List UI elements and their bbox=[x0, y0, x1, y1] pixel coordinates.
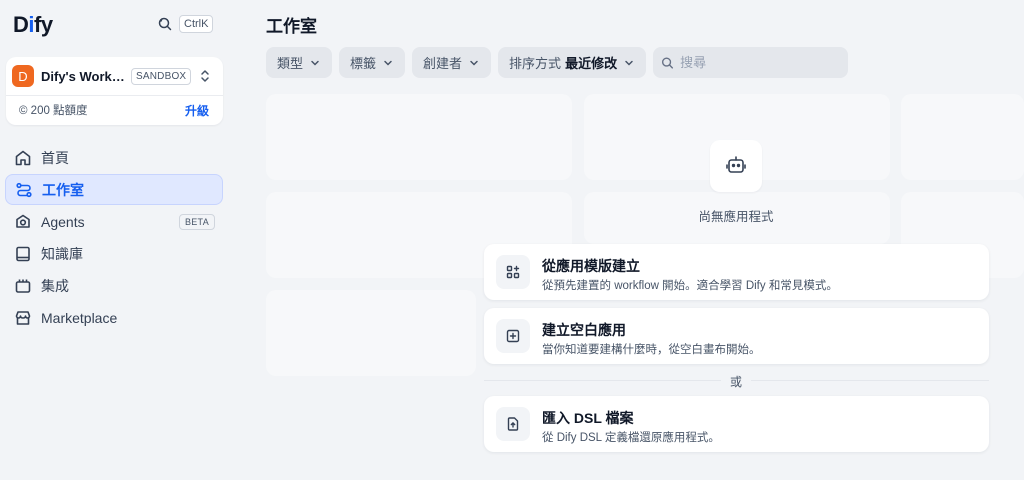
chevron-down-icon bbox=[311, 60, 319, 66]
filter-bar: 類型 標籤 創建者 排序方式 最近修改 bbox=[266, 47, 849, 78]
home-icon bbox=[15, 150, 31, 165]
robot-icon bbox=[726, 156, 746, 173]
create-blank-app[interactable]: 建立空白應用 當你知道要建構什麼時，從空白畫布開始。 bbox=[484, 308, 989, 364]
placeholder-card bbox=[266, 290, 476, 376]
empty-state-icon bbox=[710, 140, 762, 192]
plugin-icon bbox=[15, 279, 31, 293]
nav-label-studio: 工作室 bbox=[42, 181, 84, 198]
option-title: 建立空白應用 bbox=[542, 322, 626, 338]
search-trigger[interactable]: CtrlK bbox=[157, 15, 214, 33]
plan-badge: SANDBOX bbox=[131, 67, 192, 85]
divider bbox=[6, 95, 223, 96]
option-desc: 當你知道要建構什麼時，從空白畫布開始。 bbox=[542, 344, 761, 356]
nav-label-marketplace: Marketplace bbox=[41, 309, 118, 326]
chevron-down-icon bbox=[625, 60, 633, 66]
option-desc: 從 Dify DSL 定義檔還原應用程式。 bbox=[542, 432, 720, 444]
beta-badge: BETA bbox=[178, 213, 215, 230]
sort-label: 排序方式 bbox=[509, 56, 562, 71]
option-icon-wrap bbox=[496, 255, 530, 289]
nav-item-agents[interactable]: Agents BETA bbox=[5, 206, 223, 237]
dify-logo[interactable]: Dify bbox=[13, 12, 53, 38]
import-icon bbox=[507, 417, 519, 431]
workspace-card: D Dify's Workspace SANDBOX © 200 點額度 升級 bbox=[6, 57, 223, 125]
upgrade-link[interactable]: 升級 bbox=[185, 102, 209, 119]
type-filter-label: 類型 bbox=[277, 56, 304, 71]
tag-filter[interactable]: 標籤 bbox=[339, 47, 406, 78]
chevron-down-icon bbox=[470, 60, 478, 66]
search-input[interactable] bbox=[680, 55, 841, 70]
placeholder-card bbox=[901, 94, 1024, 180]
import-dsl[interactable]: 匯入 DSL 檔案 從 Dify DSL 定義檔還原應用程式。 bbox=[484, 396, 989, 452]
option-icon-wrap bbox=[496, 319, 530, 353]
creator-filter[interactable]: 創建者 bbox=[412, 47, 492, 78]
nav-label-knowledge: 知識庫 bbox=[41, 245, 83, 262]
option-icon-wrap bbox=[496, 407, 530, 441]
nav-label-integrations: 集成 bbox=[41, 277, 69, 294]
empty-state-text: 尚無應用程式 bbox=[698, 210, 774, 224]
workspace-avatar: D bbox=[12, 65, 34, 87]
placeholder-card bbox=[266, 94, 572, 180]
create-from-template[interactable]: 從應用模版建立 從預先建置的 workflow 開始。適合學習 Dify 和常見… bbox=[484, 244, 989, 300]
sort-dropdown[interactable]: 排序方式 最近修改 bbox=[498, 47, 647, 78]
logo-text-3: fy bbox=[34, 12, 53, 37]
search-cycle-icon bbox=[158, 17, 172, 31]
type-filter[interactable]: 類型 bbox=[266, 47, 333, 78]
nav-label-home: 首頁 bbox=[41, 149, 69, 166]
sort-value: 最近修改 bbox=[565, 56, 618, 71]
nav-item-studio[interactable]: 工作室 bbox=[5, 174, 223, 205]
nav-item-knowledge[interactable]: 知識庫 bbox=[5, 238, 223, 269]
option-title: 從應用模版建立 bbox=[542, 258, 640, 274]
tag-filter-label: 標籤 bbox=[350, 56, 377, 71]
credits-text: © 200 點額度 bbox=[19, 105, 88, 117]
nav-item-integrations[interactable]: 集成 bbox=[5, 270, 223, 301]
option-desc: 從預先建置的 workflow 開始。適合學習 Dify 和常見模式。 bbox=[542, 280, 838, 292]
or-text: 或 bbox=[721, 373, 751, 390]
agents-icon bbox=[16, 214, 30, 228]
page-title: 工作室 bbox=[266, 17, 317, 36]
sidebar: Dify CtrlK D Dify's Workspace SANDBOX © … bbox=[0, 0, 232, 480]
chevron-down-icon bbox=[384, 60, 392, 66]
nav-item-home[interactable]: 首頁 bbox=[5, 142, 223, 173]
chevron-up-down-icon bbox=[201, 70, 210, 82]
shortcut-key: CtrlK bbox=[179, 15, 214, 33]
book-icon bbox=[16, 246, 30, 261]
template-icon bbox=[506, 265, 520, 279]
search-icon bbox=[662, 56, 674, 69]
search-box bbox=[653, 47, 849, 78]
creator-filter-label: 創建者 bbox=[423, 56, 463, 71]
blank-app-icon bbox=[506, 329, 520, 343]
workspace-switcher[interactable]: D Dify's Workspace SANDBOX bbox=[12, 64, 217, 88]
workspace-name: Dify's Workspace bbox=[41, 68, 125, 84]
store-icon bbox=[15, 310, 31, 325]
studio-icon bbox=[16, 182, 32, 197]
logo-text-1: D bbox=[13, 12, 29, 37]
nav-label-agents: Agents bbox=[41, 213, 85, 230]
option-title: 匯入 DSL 檔案 bbox=[542, 410, 634, 426]
main-nav: 首頁 工作室 Agents BETA 知識庫 集成 Marketplace bbox=[5, 142, 223, 334]
nav-item-marketplace[interactable]: Marketplace bbox=[5, 302, 223, 333]
